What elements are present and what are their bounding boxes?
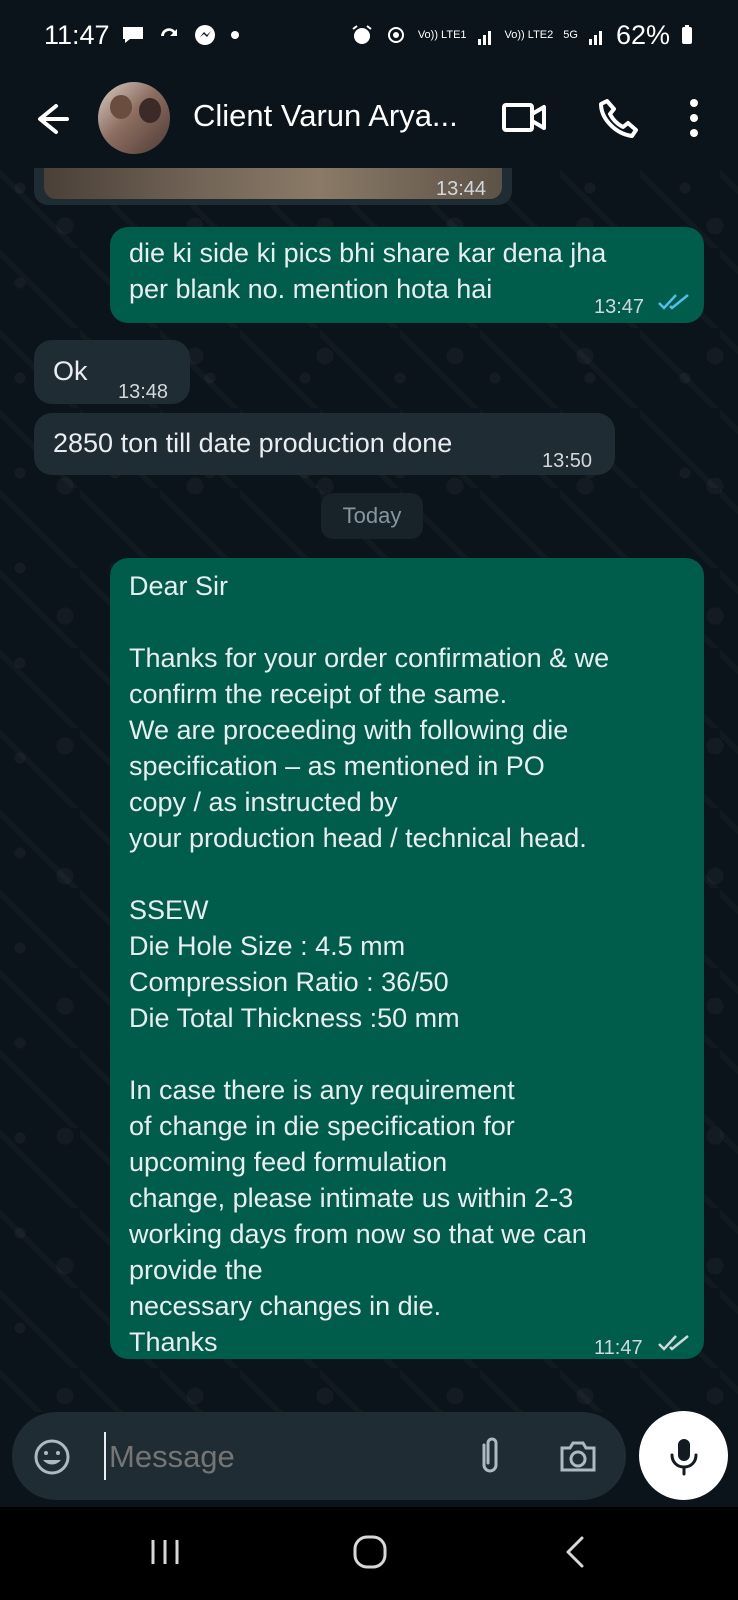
system-navigation-bar <box>0 1507 738 1600</box>
messenger-icon <box>194 25 215 45</box>
emoji-icon[interactable] <box>32 1437 72 1477</box>
message-time: 11:47 <box>594 1337 643 1359</box>
chat-area: 13:44 die ki side ki pics bhi share kar … <box>0 168 738 1412</box>
5g-label: 5G <box>563 28 578 41</box>
incoming-message[interactable]: Ok 13:48 <box>34 340 190 404</box>
lte2-label: Vo)) LTE2 <box>504 28 554 41</box>
image-message[interactable]: 13:44 <box>34 168 512 205</box>
message-icon <box>122 27 143 43</box>
voice-call-icon[interactable] <box>593 94 641 142</box>
outgoing-message[interactable]: Dear Sir Thanks for your order confirmat… <box>110 558 704 1359</box>
dot-icon <box>230 31 239 39</box>
contact-name[interactable]: Client Varun Arya... <box>193 98 458 134</box>
message-text: 2850 ton till date production done <box>53 428 453 458</box>
message-time: 13:47 <box>594 296 645 318</box>
status-right: Vo)) LTE1 Vo)) LTE2 5G 62% <box>350 20 694 51</box>
sent-receipt-icon <box>658 1335 689 1351</box>
status-left: 11:47 <box>44 20 242 51</box>
status-bar: 11:47 Vo)) LTE1 Vo)) LTE2 5G 62% <box>0 0 738 70</box>
message-text: Ok <box>53 356 88 386</box>
battery-icon <box>682 25 692 44</box>
message-text: die ki side ki pics bhi share kar dena j… <box>129 238 607 304</box>
message-time: 13:44 <box>436 178 487 200</box>
message-input[interactable] <box>107 1432 471 1482</box>
message-time: 13:50 <box>542 450 593 472</box>
home-icon[interactable] <box>350 1530 390 1574</box>
lte1-label: Vo)) LTE1 <box>417 28 467 41</box>
message-text: Dear Sir Thanks for your order confirmat… <box>129 571 610 1357</box>
chat-header: Client Varun Arya... <box>0 70 738 168</box>
message-composer <box>12 1412 626 1500</box>
back-icon[interactable] <box>557 1532 597 1572</box>
mic-icon <box>670 1439 698 1476</box>
more-options-icon[interactable] <box>670 94 718 142</box>
alarm-icon <box>352 25 372 44</box>
recent-apps-icon[interactable] <box>145 1532 185 1572</box>
message-time: 13:48 <box>118 381 169 403</box>
status-time: 11:47 <box>44 19 110 50</box>
date-separator: Today <box>321 493 423 539</box>
outgoing-message[interactable]: die ki side ki pics bhi share kar dena j… <box>110 227 704 323</box>
attach-icon[interactable] <box>471 1435 509 1477</box>
text-cursor <box>104 1432 106 1480</box>
camera-icon[interactable] <box>557 1435 599 1477</box>
image-thumbnail[interactable] <box>44 168 502 199</box>
sync-icon <box>160 28 177 36</box>
mic-button[interactable] <box>639 1411 728 1500</box>
back-arrow-icon[interactable] <box>24 94 74 144</box>
incoming-message[interactable]: 2850 ton till date production done 13:50 <box>34 413 615 475</box>
signal-2-icon <box>588 31 602 45</box>
read-receipt-icon <box>658 294 689 310</box>
hotspot-icon <box>387 27 404 43</box>
battery-text: 62% <box>615 19 670 50</box>
signal-1-icon <box>477 31 491 45</box>
contact-avatar[interactable] <box>98 82 170 154</box>
video-call-icon[interactable] <box>501 94 549 142</box>
